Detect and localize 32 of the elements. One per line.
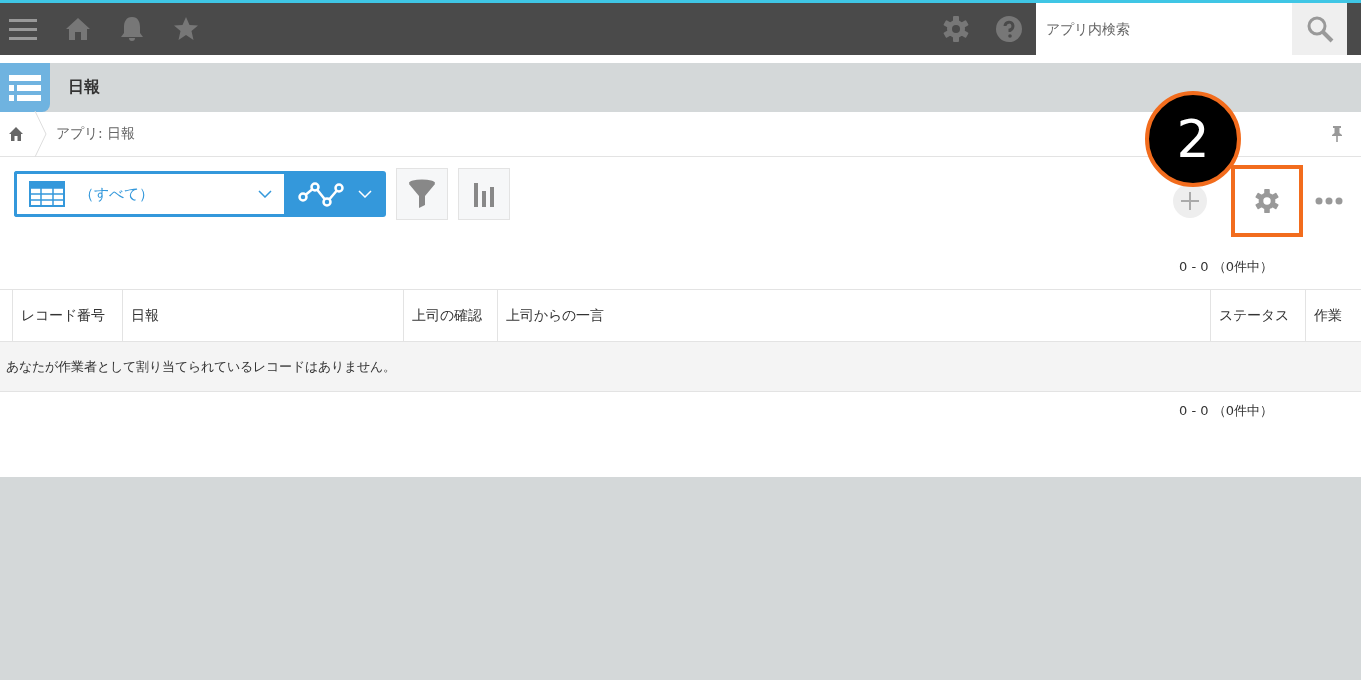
table-icon [29,181,65,207]
settings-icon[interactable] [942,14,970,44]
column-header: 上司の確認 [404,290,498,341]
column-header: レコード番号 [13,290,123,341]
empty-message: あなたが作業者として割り当てられているレコードはありません。 [6,357,396,376]
search-field[interactable]: アプリ内検索 [1036,3,1292,55]
chart-button[interactable] [458,168,510,220]
column-header: ステータス [1211,290,1306,341]
column-header: 作業 [1313,305,1342,325]
line-graph-icon [298,181,344,207]
view-dropdown[interactable]: （すべて） [14,171,284,217]
search-icon [1305,15,1334,43]
breadcrumb-link[interactable]: アプリ: 日報 [56,125,136,143]
column-header: 上司からの一言 [498,290,1211,341]
funnel-icon [408,179,436,209]
bar-chart-icon [473,181,495,207]
column-header: 日報 [123,290,404,341]
bell-icon[interactable] [119,14,145,44]
plus-icon [1181,192,1199,210]
settings-icon [1254,188,1280,214]
search-button[interactable] [1292,3,1347,55]
chevron-down-icon [258,190,272,198]
chevron-down-icon [358,190,372,198]
record-count: 0 - 0 （0件中） [1179,402,1273,420]
settings-button[interactable] [1231,165,1303,237]
app-title: 日報 [68,77,100,98]
record-count: 0 - 0 （0件中） [1179,258,1273,276]
help-icon[interactable] [996,14,1022,44]
graph-dropdown-button[interactable] [284,171,386,217]
filter-button[interactable] [396,168,448,220]
home-icon[interactable] [8,127,24,141]
add-record-button[interactable] [1173,184,1207,218]
